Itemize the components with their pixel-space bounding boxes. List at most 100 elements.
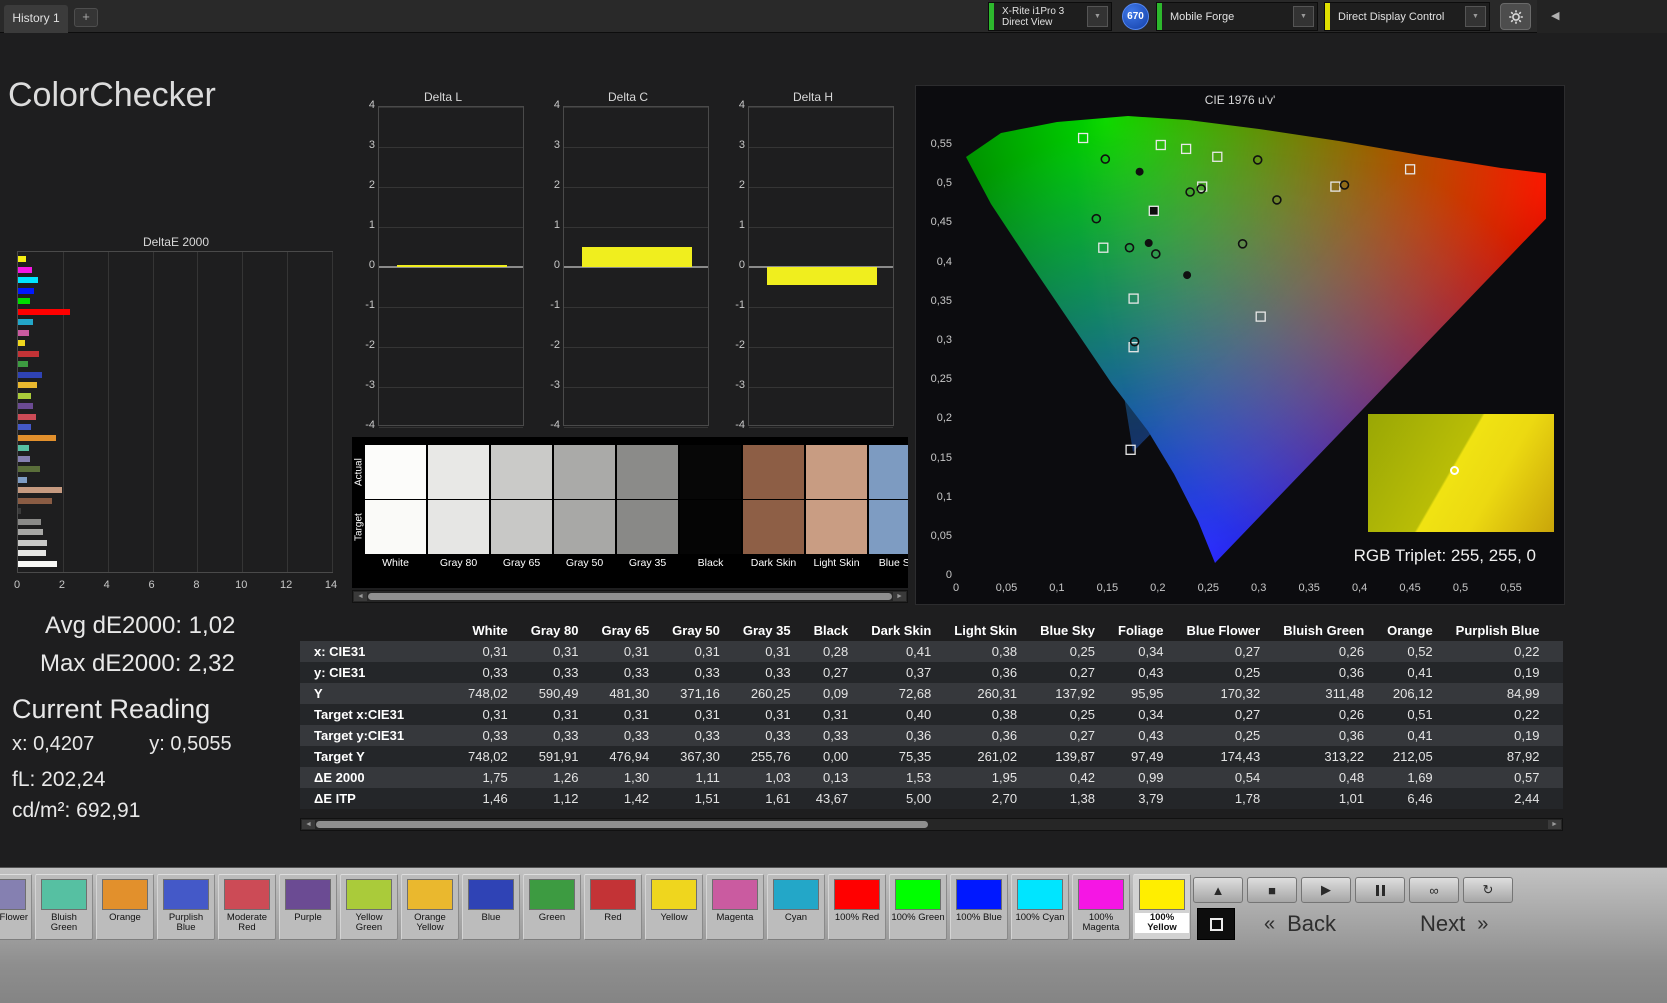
- table-cell: 170,32: [1220, 686, 1261, 701]
- loop-button[interactable]: ∞: [1409, 877, 1459, 903]
- delta-tick-label: 3: [553, 139, 560, 151]
- cie-xtick-label: 0,55: [1500, 582, 1522, 594]
- back-chevron-icon: «: [1264, 912, 1276, 935]
- patch-button-100-magenta[interactable]: 100% Magenta: [1072, 874, 1130, 940]
- deltae-bar: [18, 550, 47, 556]
- table-cell: 1,01: [1338, 791, 1365, 806]
- delta-tick-label: -3: [735, 379, 745, 391]
- history-tab[interactable]: History 1: [4, 5, 68, 33]
- patch-button-yellow[interactable]: Yellow: [645, 874, 703, 940]
- table-cell: 0,27: [1069, 728, 1096, 743]
- meter-dropdown[interactable]: X-Rite i1Pro 3 Direct View ▼: [988, 2, 1112, 31]
- eject-button[interactable]: ▲: [1193, 877, 1243, 903]
- delta-gridline: [379, 307, 523, 308]
- scroll-right-icon[interactable]: ►: [1548, 820, 1561, 829]
- deltae-bar: [18, 508, 21, 514]
- settings-button[interactable]: [1500, 3, 1531, 30]
- delta-l-title: Delta L: [423, 90, 463, 104]
- patch-swatch: [468, 879, 514, 910]
- scroll-left-icon[interactable]: ◄: [354, 592, 367, 601]
- table-cell: 311,48: [1325, 686, 1365, 701]
- deltae-bar: [18, 319, 33, 325]
- chevron-down-icon[interactable]: ▼: [1087, 6, 1108, 27]
- meter-count-badge[interactable]: 670: [1122, 3, 1149, 30]
- cie-xtick-label: 0,1: [1049, 582, 1065, 594]
- patch-button-100-blue[interactable]: 100% Blue: [950, 874, 1008, 940]
- patch-button-100-cyan[interactable]: 100% Cyan: [1011, 874, 1069, 940]
- table-cell: 0,33: [694, 665, 720, 680]
- back-button[interactable]: « Back: [1252, 906, 1414, 942]
- swatch-target: [806, 500, 867, 554]
- next-label: Next: [1420, 911, 1466, 936]
- table-cell: 0,37: [905, 665, 932, 680]
- deltae-bar: [18, 298, 31, 304]
- table-scrollbar[interactable]: ◄ ►: [300, 818, 1563, 831]
- next-button[interactable]: Next »: [1420, 906, 1582, 942]
- pause-button[interactable]: [1355, 877, 1405, 903]
- patch-button-blue[interactable]: Blue: [462, 874, 520, 940]
- display-control-dropdown[interactable]: Direct Display Control ▼: [1324, 2, 1490, 31]
- add-tab-button[interactable]: +: [74, 8, 98, 27]
- stop-button[interactable]: ■: [1247, 877, 1297, 903]
- patch-button-green[interactable]: Green: [523, 874, 581, 940]
- play-button[interactable]: ▶: [1301, 877, 1351, 903]
- table-cell: 0,31: [553, 644, 579, 659]
- delta-gridline: [379, 347, 523, 348]
- delta-bar: [767, 267, 877, 285]
- chevron-down-icon[interactable]: ▼: [1465, 6, 1486, 27]
- patch-button-orange-yellow[interactable]: Orange Yellow: [401, 874, 459, 940]
- patch-button-purple[interactable]: Purple: [279, 874, 337, 940]
- table-cell: 0,27: [1234, 707, 1261, 722]
- patch-button-moderate-red[interactable]: Moderate Red: [218, 874, 276, 940]
- chevron-down-icon[interactable]: ▼: [1293, 6, 1314, 27]
- patch-label: 100% Red: [834, 912, 880, 923]
- scroll-left-icon[interactable]: ◄: [302, 820, 315, 829]
- swatch-target: [617, 500, 678, 554]
- patch-button-blue-flower[interactable]: Blue Flower: [0, 874, 32, 940]
- panel-collapse-button[interactable]: ◀: [1537, 0, 1667, 33]
- table-cell: 2,65: [1554, 788, 1563, 809]
- deltae-bar: [18, 256, 26, 262]
- table-row-label: Target Y: [314, 749, 365, 764]
- pattern-window-button[interactable]: [1197, 908, 1235, 940]
- display-control-label: Direct Display Control: [1338, 10, 1445, 23]
- swatch-actual: [491, 445, 552, 499]
- patch-button-100-yellow[interactable]: 100% Yellow: [1133, 874, 1191, 940]
- table-cell: 0,27: [1069, 665, 1096, 680]
- swatch-strip-scrollbar[interactable]: ◄ ►: [352, 590, 908, 603]
- table-cell: 0,22: [1514, 707, 1540, 722]
- patch-button-orange[interactable]: Orange: [96, 874, 154, 940]
- table-header-cell: Gray 50: [672, 623, 720, 638]
- patch-button-100-green[interactable]: 100% Green: [889, 874, 947, 940]
- patch-button-yellow-green[interactable]: Yellow Green: [340, 874, 398, 940]
- patch-button-red[interactable]: Red: [584, 874, 642, 940]
- table-cell: 0,28: [822, 644, 849, 659]
- table-cell: 1,51: [694, 791, 720, 806]
- patch-button-magenta[interactable]: Magenta: [706, 874, 764, 940]
- table-cell: 0,26: [1338, 644, 1365, 659]
- reading-cdm2: cd/m²: 692,91: [12, 799, 141, 822]
- scrollbar-thumb[interactable]: [368, 593, 892, 600]
- patch-button-cyan[interactable]: Cyan: [767, 874, 825, 940]
- scrollbar-thumb[interactable]: [316, 821, 928, 828]
- delta-gridline: [564, 107, 708, 108]
- patch-button-purplish-blue[interactable]: Purplish Blue: [157, 874, 215, 940]
- table-cell: 5,00: [905, 791, 932, 806]
- delta-gridline: [749, 387, 893, 388]
- scroll-right-icon[interactable]: ►: [893, 592, 906, 601]
- patch-swatch: [1078, 879, 1124, 910]
- table-header-cell: Purplish Blue: [1455, 623, 1540, 638]
- swatch-target: [680, 500, 741, 554]
- patch-swatch: [529, 879, 575, 910]
- cie-xtick-label: 0,2: [1150, 582, 1166, 594]
- deltae2000-chart: DeltaE 2000 0 2 4 6 8 10 12 14: [14, 235, 337, 597]
- cie-ytick-label: 0: [945, 569, 952, 582]
- patch-button-100-red[interactable]: 100% Red: [828, 874, 886, 940]
- refresh-button[interactable]: ↻: [1463, 877, 1513, 903]
- delta-gridline: [564, 347, 708, 348]
- swatch-label: Blue Sky: [878, 557, 908, 569]
- source-dropdown[interactable]: Mobile Forge ▼: [1156, 2, 1318, 31]
- table-cell: 590,49: [538, 686, 579, 701]
- patch-button-bluish-green[interactable]: Bluish Green: [35, 874, 93, 940]
- patch-swatch: [407, 879, 453, 910]
